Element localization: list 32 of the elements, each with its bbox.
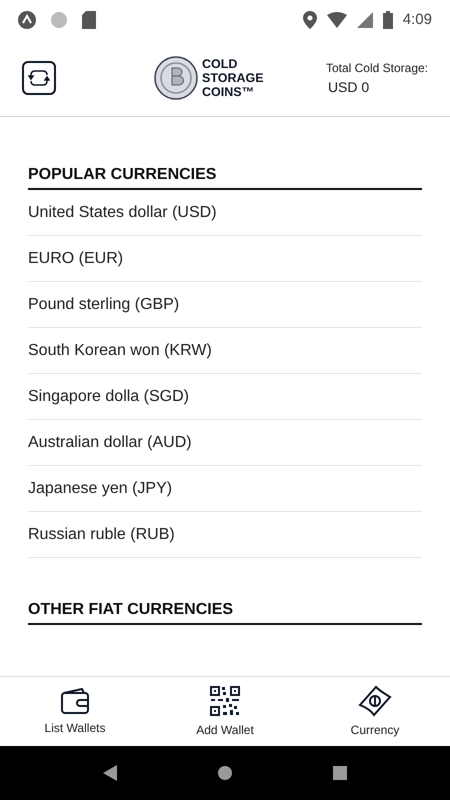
nav-tab[interactable]: Add Wallet [150,677,300,746]
home-icon[interactable] [217,765,233,781]
app-notification-icon [18,11,36,29]
sd-card-icon [82,11,96,29]
currency-item[interactable]: South Korean won (KRW) [28,328,422,374]
sync-button[interactable] [22,61,56,95]
currency-item[interactable]: Australian dollar (AUD) [28,420,422,466]
location-icon [302,11,317,29]
section-heading: OTHER FIAT CURRENCIES [28,598,422,625]
coin-logo-icon [154,56,198,100]
nav-tab[interactable]: List Wallets [0,677,150,746]
circle-icon [50,11,68,29]
total-label: Total Cold Storage: [326,60,428,76]
banknote-icon [358,684,392,716]
status-time: 4:09 [402,10,432,30]
currency-item[interactable]: EURO (EUR) [28,236,422,282]
brand-name: COLD STORAGE COINS™ [202,57,264,99]
wallet-icon [60,686,90,714]
nav-tab[interactable]: Currency [300,677,450,746]
section-heading: POPULAR CURRENCIES [28,163,422,190]
total-value: USD 0 [328,78,370,96]
currency-item[interactable]: United States dollar (USD) [28,190,422,236]
wifi-icon [326,12,347,28]
sync-icon [28,69,50,87]
signal-icon [356,12,373,28]
currency-item[interactable]: Russian ruble (RUB) [28,512,422,558]
qr-code-icon [209,684,241,716]
currency-item[interactable]: Pound sterling (GBP) [28,282,422,328]
currency-item[interactable]: Singapore dolla (SGD) [28,374,422,420]
back-icon[interactable] [103,765,117,781]
currency-item[interactable]: Japanese yen (JPY) [28,466,422,512]
battery-icon [382,11,393,29]
